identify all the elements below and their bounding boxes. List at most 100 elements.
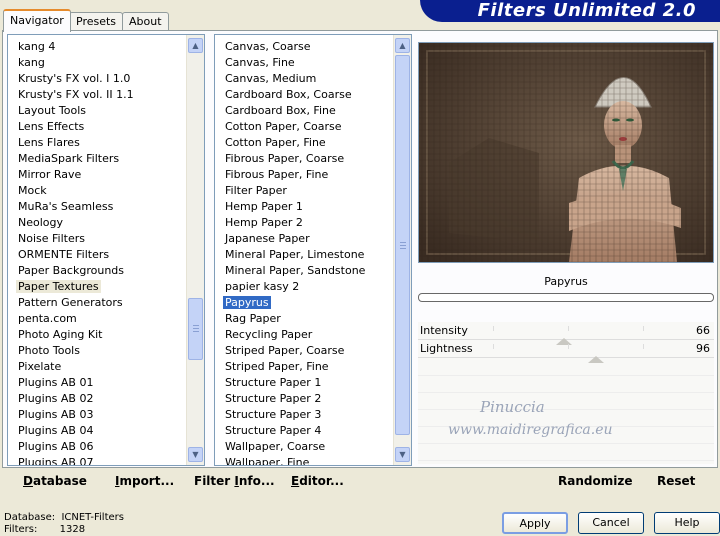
list-item[interactable]: Canvas, Fine xyxy=(215,55,367,71)
list-item[interactable]: Cotton Paper, Coarse xyxy=(215,119,367,135)
list-item-label: Canvas, Coarse xyxy=(225,40,311,53)
filter-scrollbar[interactable]: ▲ ▼ xyxy=(393,35,411,465)
list-item[interactable]: Canvas, Coarse xyxy=(215,39,367,55)
import-link[interactable]: Import... xyxy=(115,474,174,488)
list-item-label: Plugins AB 04 xyxy=(18,424,94,437)
list-item[interactable]: Pattern Generators xyxy=(8,295,136,311)
list-item-label: Fibrous Paper, Coarse xyxy=(225,152,345,165)
list-item-label: Photo Tools xyxy=(18,344,80,357)
scroll-thumb[interactable] xyxy=(188,298,203,360)
list-item-label: Wallpaper, Coarse xyxy=(225,440,326,453)
category-scrollbar[interactable]: ▲ ▼ xyxy=(186,35,204,465)
list-item[interactable]: Cotton Paper, Fine xyxy=(215,135,367,151)
list-item[interactable]: Lens Effects xyxy=(8,119,136,135)
scroll-down-icon[interactable]: ▼ xyxy=(188,447,203,462)
empty-slider-slot xyxy=(418,443,714,461)
list-item[interactable]: Photo Tools xyxy=(8,343,136,359)
list-item-label: Hemp Paper 1 xyxy=(225,200,303,213)
list-item[interactable]: Structure Paper 3 xyxy=(215,407,367,423)
slider-intensity[interactable]: Intensity 66 xyxy=(418,322,714,345)
list-item[interactable]: Mineral Paper, Limestone xyxy=(215,247,367,263)
list-item[interactable]: Pixelate xyxy=(8,359,136,375)
list-item[interactable]: Plugins AB 02 xyxy=(8,391,136,407)
list-item[interactable]: Recycling Paper xyxy=(215,327,367,343)
filter-info-link[interactable]: Filter Info... xyxy=(194,474,275,488)
list-item[interactable]: Striped Paper, Fine xyxy=(215,359,367,375)
list-item-label: MediaSpark Filters xyxy=(18,152,120,165)
slider-value: 96 xyxy=(696,342,710,355)
list-item[interactable]: kang 4 xyxy=(8,39,136,55)
scroll-thumb[interactable] xyxy=(395,55,410,435)
list-item[interactable]: Noise Filters xyxy=(8,231,136,247)
list-item[interactable]: Plugins AB 03 xyxy=(8,407,136,423)
list-item[interactable]: Krusty's FX vol. II 1.1 xyxy=(8,87,136,103)
slider-value: 66 xyxy=(696,324,710,337)
database-label: Database: xyxy=(4,512,56,523)
list-item[interactable]: kang xyxy=(8,55,136,71)
list-item-label: Canvas, Medium xyxy=(225,72,317,85)
list-item[interactable]: MuRa's Seamless xyxy=(8,199,136,215)
list-item[interactable]: Structure Paper 1 xyxy=(215,375,367,391)
list-item-label: Noise Filters xyxy=(18,232,85,245)
list-item[interactable]: Wallpaper, Fine xyxy=(215,455,367,465)
list-item[interactable]: Plugins AB 04 xyxy=(8,423,136,439)
list-item[interactable]: Structure Paper 2 xyxy=(215,391,367,407)
reset-link[interactable]: Reset xyxy=(657,474,695,488)
list-item[interactable]: ORMENTE Filters xyxy=(8,247,136,263)
list-item[interactable]: Papyrus xyxy=(215,295,367,311)
list-item-label: Cotton Paper, Fine xyxy=(225,136,326,149)
list-item[interactable]: Photo Aging Kit xyxy=(8,327,136,343)
list-item[interactable]: MediaSpark Filters xyxy=(8,151,136,167)
list-item[interactable]: Paper Backgrounds xyxy=(8,263,136,279)
category-list[interactable]: kang 4 kang Krusty's FX vol. I 1.0 Krusty's… xyxy=(7,34,205,466)
filter-list[interactable]: Canvas, Coarse Canvas, Fine Canvas, Medium… xyxy=(214,34,412,466)
selected-filter-name: Papyrus xyxy=(544,275,588,288)
list-item[interactable]: Layout Tools xyxy=(8,103,136,119)
list-item[interactable]: Paper Textures xyxy=(8,279,136,295)
list-item[interactable]: Rag Paper xyxy=(215,311,367,327)
list-item[interactable]: Striped Paper, Coarse xyxy=(215,343,367,359)
scroll-down-icon[interactable]: ▼ xyxy=(395,447,410,462)
list-item-label: Japanese Paper xyxy=(225,232,310,245)
tab-navigator[interactable]: Navigator xyxy=(3,9,71,32)
database-link[interactable]: Database xyxy=(23,474,87,488)
list-item-label: Krusty's FX vol. I 1.0 xyxy=(18,72,131,85)
list-item-label: Structure Paper 3 xyxy=(225,408,322,421)
list-item-label: Mineral Paper, Sandstone xyxy=(225,264,366,277)
list-item[interactable]: Mineral Paper, Sandstone xyxy=(215,263,367,279)
list-item-label: ORMENTE Filters xyxy=(18,248,110,261)
list-item[interactable]: Fibrous Paper, Fine xyxy=(215,167,367,183)
list-item[interactable]: Hemp Paper 1 xyxy=(215,199,367,215)
list-item[interactable]: Structure Paper 4 xyxy=(215,423,367,439)
list-item[interactable]: Mirror Rave xyxy=(8,167,136,183)
list-item[interactable]: Filter Paper xyxy=(215,183,367,199)
scroll-up-icon[interactable]: ▲ xyxy=(188,38,203,53)
list-item[interactable]: Japanese Paper xyxy=(215,231,367,247)
list-item-label: Filter Paper xyxy=(225,184,287,197)
list-item[interactable]: Fibrous Paper, Coarse xyxy=(215,151,367,167)
list-item[interactable]: Neology xyxy=(8,215,136,231)
list-item-label: Plugins AB 02 xyxy=(18,392,94,405)
list-item[interactable]: Canvas, Medium xyxy=(215,71,367,87)
slider-lightness[interactable]: Lightness 96 xyxy=(418,340,714,363)
tab-about[interactable]: About xyxy=(122,12,169,31)
list-item[interactable]: Hemp Paper 2 xyxy=(215,215,367,231)
randomize-link[interactable]: Randomize xyxy=(558,474,632,488)
list-item[interactable]: Cardboard Box, Coarse xyxy=(215,87,367,103)
list-item[interactable]: Plugins AB 01 xyxy=(8,375,136,391)
list-item[interactable]: penta.com xyxy=(8,311,136,327)
list-item[interactable]: Mock xyxy=(8,183,136,199)
list-item[interactable]: Plugins AB 06 xyxy=(8,439,136,455)
list-item[interactable]: Lens Flares xyxy=(8,135,136,151)
tab-presets[interactable]: Presets xyxy=(69,12,124,31)
list-item[interactable]: Krusty's FX vol. I 1.0 xyxy=(8,71,136,87)
list-item[interactable]: Plugins AB 07 xyxy=(8,455,136,466)
scroll-up-icon[interactable]: ▲ xyxy=(395,38,410,53)
list-item[interactable]: Cardboard Box, Fine xyxy=(215,103,367,119)
list-item[interactable]: Wallpaper, Coarse xyxy=(215,439,367,455)
list-item[interactable]: papier kasy 2 xyxy=(215,279,367,295)
editor-link[interactable]: Editor... xyxy=(291,474,344,488)
list-item-label: Cardboard Box, Fine xyxy=(225,104,336,117)
list-item-label: Plugins AB 07 xyxy=(18,456,94,466)
slider-label: Lightness xyxy=(420,342,473,355)
